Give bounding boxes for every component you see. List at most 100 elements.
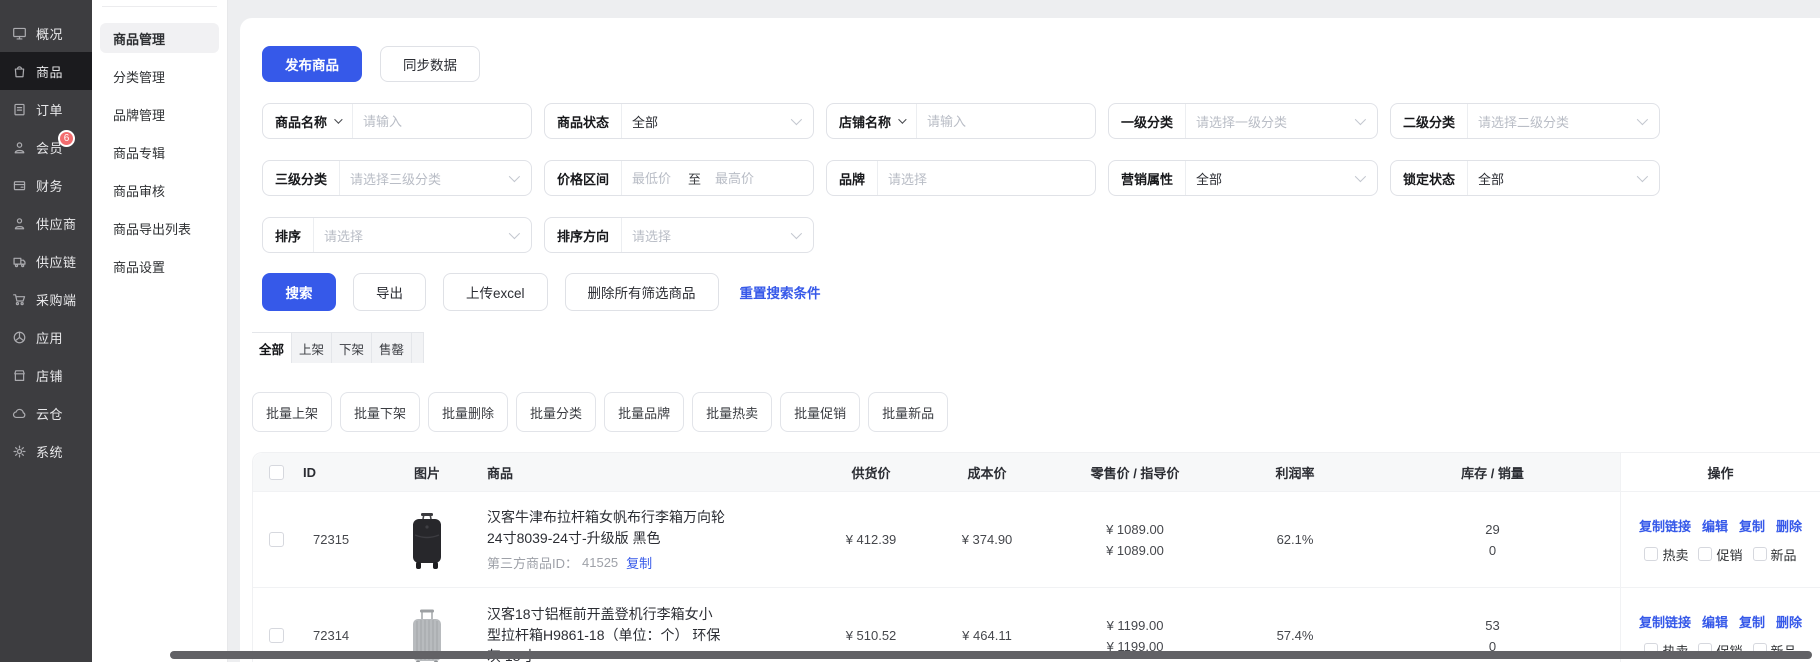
sidebar-item-system[interactable]: 系统 bbox=[0, 432, 92, 470]
copy-third-party-id-link[interactable]: 复制 bbox=[626, 553, 652, 572]
chevron-down-icon bbox=[509, 228, 520, 239]
filter-brand[interactable]: 品牌 请选择 bbox=[826, 160, 1096, 196]
filter-category-level2[interactable]: 二级分类 请选择二级分类 bbox=[1390, 103, 1660, 139]
sidebar-item-finance[interactable]: 财务 bbox=[0, 166, 92, 204]
product-name-input[interactable] bbox=[353, 114, 531, 129]
new-product-checkbox[interactable] bbox=[1753, 547, 1767, 561]
brand-placeholder: 请选择 bbox=[878, 169, 1095, 188]
copy-link-action[interactable]: 复制链接 bbox=[1639, 516, 1691, 535]
sidebar-item-apps[interactable]: 应用 bbox=[0, 318, 92, 356]
chevron-down-icon bbox=[791, 114, 802, 125]
shop-name-input[interactable] bbox=[917, 114, 1095, 129]
filter-product-name: 商品名称 bbox=[262, 103, 532, 139]
copy-action[interactable]: 复制 bbox=[1739, 516, 1765, 535]
publish-product-button[interactable]: 发布商品 bbox=[262, 46, 362, 82]
filter-row-3: 排序 请选择 排序方向 请选择 bbox=[262, 217, 1820, 253]
filter-product-name-label-select[interactable]: 商品名称 bbox=[263, 112, 352, 131]
sidebar-item-shops[interactable]: 店铺 bbox=[0, 356, 92, 394]
delete-filtered-button[interactable]: 删除所有筛选商品 bbox=[565, 273, 719, 311]
table-header-row: ID 图片 商品 供货价 成本价 零售价 / 指导价 利润率 库存 / 销量 操… bbox=[253, 453, 1820, 491]
supply-chain-icon bbox=[12, 254, 27, 269]
promotion-checkbox[interactable] bbox=[1698, 547, 1712, 561]
procurement-icon bbox=[12, 292, 27, 307]
cost-price: ¥ 464.11 bbox=[929, 628, 1045, 643]
search-button[interactable]: 搜索 bbox=[262, 273, 336, 311]
sidebar-item-suppliers[interactable]: 供应商 bbox=[0, 204, 92, 242]
sidebar-item-overview[interactable]: 概况 bbox=[0, 14, 92, 52]
sidebar-item-cloud-warehouse[interactable]: 云仓 bbox=[0, 394, 92, 432]
sidebar-item-orders[interactable]: 订单 bbox=[0, 90, 92, 128]
price-range-to-label: 至 bbox=[684, 169, 705, 188]
submenu-item-brand-management[interactable]: 品牌管理 bbox=[100, 99, 219, 129]
tab-sold-out[interactable]: 售罄 bbox=[372, 333, 412, 363]
chevron-down-icon bbox=[1355, 171, 1366, 182]
select-all-checkbox[interactable] bbox=[269, 465, 284, 480]
product-image-black-soft-luggage[interactable] bbox=[404, 509, 450, 571]
row-checkbox[interactable] bbox=[269, 628, 284, 643]
tab-all[interactable]: 全部 bbox=[252, 333, 292, 363]
submenu-item-product-review[interactable]: 商品审核 bbox=[100, 175, 219, 205]
price-max-input[interactable] bbox=[705, 171, 767, 186]
batch-new-product-button[interactable]: 批量新品 bbox=[868, 392, 948, 432]
product-name[interactable]: 汉客牛津布拉杆箱女帆布行李箱万向轮24寸8039-24寸-升级版 黑色 bbox=[487, 507, 725, 549]
batch-on-shelf-button[interactable]: 批量上架 bbox=[252, 392, 332, 432]
export-button[interactable]: 导出 bbox=[353, 273, 426, 311]
sidebar-item-members[interactable]: 会员 6 bbox=[0, 128, 92, 166]
filter-shop-name-label-select[interactable]: 店铺名称 bbox=[827, 112, 916, 131]
price-min-input[interactable] bbox=[622, 171, 684, 186]
tab-off-shelf[interactable]: 下架 bbox=[332, 333, 372, 363]
filter-category-level3[interactable]: 三级分类 请选择三级分类 bbox=[262, 160, 532, 196]
batch-hot-sale-button[interactable]: 批量热卖 bbox=[692, 392, 772, 432]
batch-category-button[interactable]: 批量分类 bbox=[516, 392, 596, 432]
hot-sale-checkbox[interactable] bbox=[1644, 547, 1658, 561]
filter-label: 排序方向 bbox=[557, 226, 609, 245]
chevron-down-icon bbox=[334, 115, 342, 123]
lock-status-value: 全部 bbox=[1468, 169, 1637, 188]
new-product-label: 新品 bbox=[1771, 545, 1797, 564]
batch-brand-button[interactable]: 批量品牌 bbox=[604, 392, 684, 432]
batch-off-shelf-button[interactable]: 批量下架 bbox=[340, 392, 420, 432]
edit-action[interactable]: 编辑 bbox=[1702, 612, 1728, 631]
sync-data-button[interactable]: 同步数据 bbox=[380, 46, 480, 82]
supplier-icon bbox=[12, 216, 27, 231]
submenu-item-product-export-list[interactable]: 商品导出列表 bbox=[100, 213, 219, 243]
batch-promotion-button[interactable]: 批量促销 bbox=[780, 392, 860, 432]
batch-delete-button[interactable]: 批量删除 bbox=[428, 392, 508, 432]
submenu-item-product-settings[interactable]: 商品设置 bbox=[100, 251, 219, 281]
filter-marketing-attribute[interactable]: 营销属性 全部 bbox=[1108, 160, 1378, 196]
row-checkbox[interactable] bbox=[269, 532, 284, 547]
filter-sort[interactable]: 排序 请选择 bbox=[262, 217, 532, 253]
sidebar-item-supply-chain[interactable]: 供应链 bbox=[0, 242, 92, 280]
submenu-item-product-albums[interactable]: 商品专辑 bbox=[100, 137, 219, 167]
header-id: ID bbox=[299, 465, 371, 480]
filter-category-level1[interactable]: 一级分类 请选择一级分类 bbox=[1108, 103, 1378, 139]
filter-label: 商品名称 bbox=[275, 112, 327, 131]
submenu-item-product-management[interactable]: 商品管理 bbox=[100, 23, 219, 53]
delete-action[interactable]: 删除 bbox=[1776, 516, 1802, 535]
reset-search-link[interactable]: 重置搜索条件 bbox=[740, 282, 821, 302]
chevron-down-icon bbox=[898, 115, 906, 123]
horizontal-scrollbar[interactable] bbox=[170, 651, 1812, 659]
app-window: 概况 商品 订单 会员 6 财务 供应商 供应链 采购端 bbox=[0, 0, 1820, 662]
sidebar-item-procurement[interactable]: 采购端 bbox=[0, 280, 92, 318]
submenu-item-label: 商品管理 bbox=[113, 29, 165, 48]
third-party-id-value: 41525 bbox=[582, 555, 618, 570]
submenu-item-category-management[interactable]: 分类管理 bbox=[100, 61, 219, 91]
delete-action[interactable]: 删除 bbox=[1776, 612, 1802, 631]
filter-label: 排序 bbox=[275, 226, 301, 245]
upload-excel-button[interactable]: 上传excel bbox=[443, 273, 548, 311]
filter-product-status[interactable]: 商品状态 全部 bbox=[544, 103, 814, 139]
copy-action[interactable]: 复制 bbox=[1739, 612, 1765, 631]
system-icon bbox=[12, 444, 27, 459]
header-product: 商品 bbox=[483, 463, 813, 482]
table-row: 72315 bbox=[253, 491, 1820, 587]
edit-action[interactable]: 编辑 bbox=[1702, 516, 1728, 535]
batch-actions-row: 批量上架 批量下架 批量删除 批量分类 批量品牌 批量热卖 批量促销 批量新品 bbox=[252, 392, 1820, 432]
shop-icon bbox=[12, 368, 27, 383]
tab-on-shelf[interactable]: 上架 bbox=[292, 333, 332, 363]
sidebar-item-products[interactable]: 商品 bbox=[0, 52, 92, 90]
copy-link-action[interactable]: 复制链接 bbox=[1639, 612, 1691, 631]
filter-sort-direction[interactable]: 排序方向 请选择 bbox=[544, 217, 814, 253]
sidebar-item-label: 系统 bbox=[36, 442, 63, 461]
filter-lock-status[interactable]: 锁定状态 全部 bbox=[1390, 160, 1660, 196]
